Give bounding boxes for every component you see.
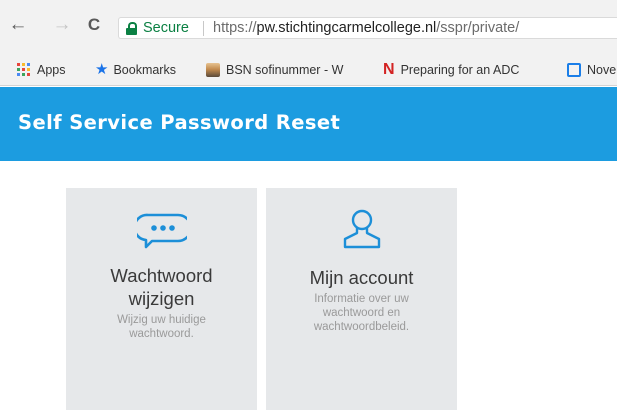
url-host: pw.stichtingcarmelcollege.nl <box>256 20 437 36</box>
url-path: /sspr/private/ <box>436 20 520 36</box>
back-arrow-icon[interactable]: ← <box>8 14 28 36</box>
apps-grid-icon <box>17 63 31 77</box>
tile-description-line: wachtwoord en <box>322 307 401 319</box>
address-separator <box>203 21 204 36</box>
bookmark-nove[interactable]: Nove <box>567 61 616 79</box>
tile-title-line: wijzigen <box>128 288 195 309</box>
address-bar[interactable]: Secure https://pw.stichtingcarmelcollege… <box>118 17 617 39</box>
bookmark-apps[interactable]: Apps <box>17 61 66 79</box>
tile-title-line: Mijn account <box>309 267 414 288</box>
page-title: Self Service Password Reset <box>18 111 341 134</box>
url-text[interactable]: https://pw.stichtingcarmelcollege.nl/ssp… <box>213 20 519 37</box>
tile-description-line: Wijzig uw huidige <box>117 314 206 326</box>
my-account-tile[interactable]: Mijn account Informatie over uw wachtwoo… <box>266 188 457 410</box>
page-header: Self Service Password Reset <box>0 87 617 161</box>
bookmark-label: Bookmarks <box>113 63 176 77</box>
tile-description-line: wachtwoordbeleid. <box>313 321 410 333</box>
n-logo-icon: N <box>383 61 395 78</box>
browser-toolbar: ← → C Secure https://pw.stichtingcarmelc… <box>0 0 617 54</box>
bookmark-bookmarks[interactable]: ★ Bookmarks <box>95 61 176 79</box>
url-scheme: https:// <box>213 20 257 36</box>
bookmark-bsn[interactable]: BSN sofinummer - W <box>206 61 343 79</box>
star-icon: ★ <box>95 61 109 78</box>
bookmark-label: Nove <box>587 63 617 77</box>
person-photo-icon <box>206 63 220 77</box>
user-outline-icon <box>343 209 381 249</box>
change-password-tile[interactable]: Wachtwoord wijzigen Wijzig uw huidige wa… <box>66 188 257 410</box>
bookmarks-bar: Apps ★ Bookmarks BSN sofinummer - W N Prep… <box>0 54 617 86</box>
bookmark-label: Preparing for an ADC <box>400 63 520 77</box>
square-outline-icon <box>567 63 581 77</box>
forward-arrow-icon[interactable]: → <box>52 14 72 36</box>
tile-title-line: Wachtwoord <box>110 265 213 286</box>
bookmark-adc[interactable]: N Preparing for an ADC <box>383 61 519 79</box>
reload-icon[interactable]: C <box>84 14 104 36</box>
lock-icon <box>126 22 137 35</box>
bookmark-label: BSN sofinummer - W <box>226 63 344 77</box>
tile-description-line: Informatie over uw <box>314 293 409 305</box>
secure-indicator[interactable]: Secure <box>143 20 189 37</box>
password-dots-icon <box>137 213 187 249</box>
tile-description-line: wachtwoord. <box>129 328 194 340</box>
bookmark-label: Apps <box>37 63 66 77</box>
